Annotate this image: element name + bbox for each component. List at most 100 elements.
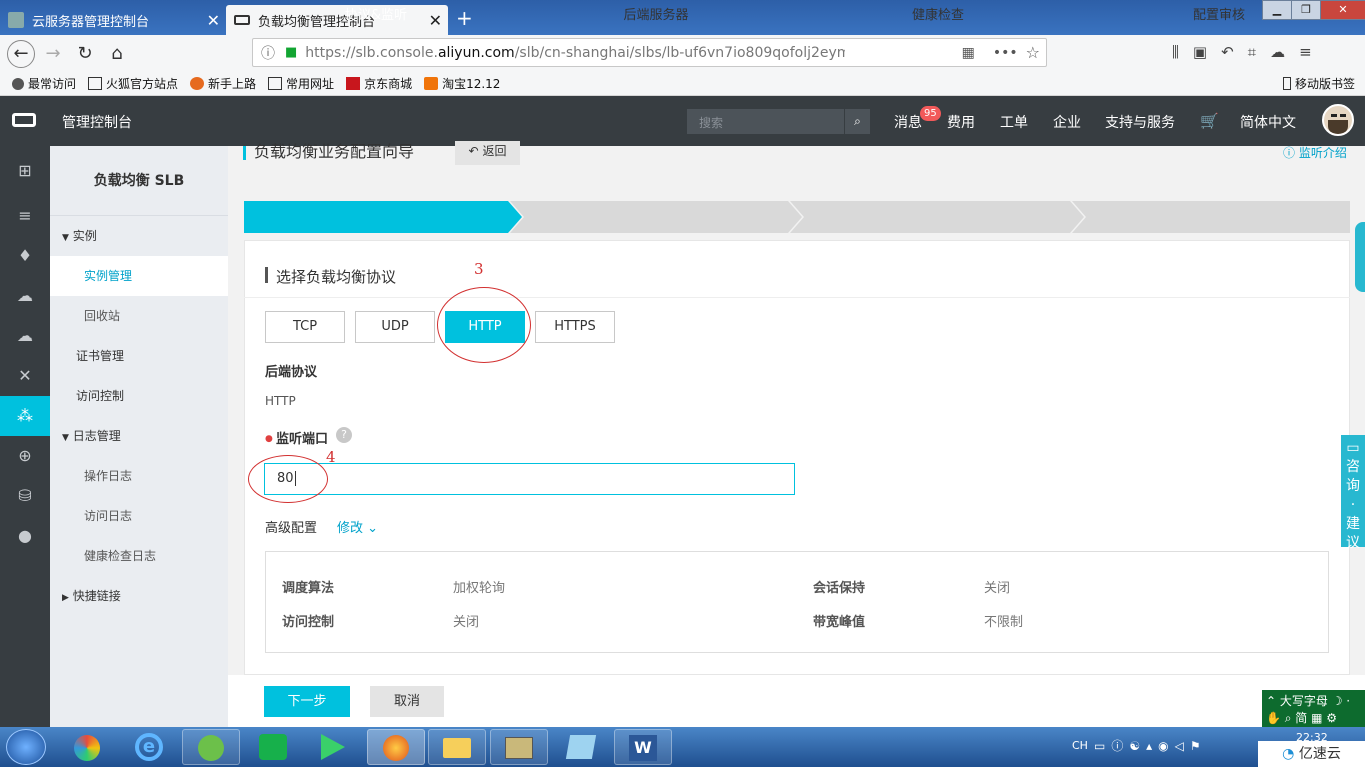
protocol-udp-button[interactable]: UDP	[355, 311, 435, 343]
address-bar[interactable]: ⓘ ■ https://slb.console. aliyun.com/slb/c…	[252, 38, 1047, 67]
nav-support[interactable]: 支持与服务	[1105, 112, 1175, 132]
bookmark-star-icon[interactable]: ☆	[1026, 43, 1040, 62]
url-domain: aliyun.com	[437, 44, 515, 61]
avatar[interactable]	[1322, 104, 1354, 136]
protocol-tcp-button[interactable]: TCP	[265, 311, 345, 343]
bookmark-frequent[interactable]: 最常访问	[12, 75, 76, 92]
adv-value-session: 关闭	[984, 581, 1011, 596]
adv-key-scheduling: 调度算法	[282, 581, 335, 596]
globe-icon[interactable]: ⊕	[0, 436, 50, 476]
sidebar-item-access-control[interactable]: 访问控制	[50, 376, 228, 416]
forward-icon[interactable]: →	[40, 41, 66, 67]
sidebar-group-logs[interactable]: ▼ 日志管理	[50, 416, 228, 456]
info-icon[interactable]: ⓘ	[261, 43, 275, 63]
adv-key-session: 会话保持	[813, 581, 866, 596]
browser-360-icon[interactable]	[182, 729, 240, 765]
control-panel-icon[interactable]	[490, 729, 548, 765]
nav-billing[interactable]: 费用	[947, 112, 975, 132]
firefox-taskbar-icon[interactable]	[367, 729, 425, 765]
chat-icon: ▭	[1346, 440, 1360, 456]
shield-icon[interactable]: ♦	[0, 236, 50, 276]
advanced-edit-link[interactable]: 修改 ⌄	[337, 517, 378, 536]
cancel-button[interactable]: 取消	[370, 686, 444, 717]
ime-mode-label: ✋ ⌕ 简 ▦ ⚙	[1266, 711, 1338, 725]
taobao-logo-icon	[424, 77, 439, 90]
file-explorer-icon[interactable]	[428, 729, 486, 765]
list-icon[interactable]: ≡	[0, 196, 50, 236]
search-input[interactable]: 搜索 ⌕	[687, 109, 870, 134]
more-icon[interactable]: •••	[993, 45, 1018, 61]
sidebar-item-operation-logs[interactable]: 操作日志	[50, 456, 228, 496]
next-button[interactable]: 下一步	[264, 686, 350, 717]
gear-icon	[12, 77, 24, 90]
cross-tools-icon[interactable]: ✕	[0, 356, 50, 396]
ime-toolbar[interactable]: ⌃ 大写字母 ☽ · ✋ ⌕ 简 ▦ ⚙	[1262, 690, 1365, 727]
nav-messages[interactable]: 消息	[894, 112, 922, 132]
listen-port-input[interactable]: 80	[264, 463, 795, 495]
bookmark-common-sites[interactable]: 常用网址	[268, 75, 334, 92]
title-accent-bar	[243, 146, 246, 160]
word-icon[interactable]: W	[614, 729, 672, 765]
section-title: 选择负载均衡协议	[276, 268, 397, 286]
bookmark-getting-started[interactable]: 新手上路	[190, 75, 256, 92]
sidebar-item-instance-management[interactable]: 实例管理	[50, 256, 228, 296]
sidebar-item-recycle-bin[interactable]: 回收站	[50, 296, 228, 336]
console-title[interactable]: 管理控制台	[62, 112, 132, 132]
notepad-icon[interactable]	[552, 729, 610, 765]
back-icon[interactable]: ←	[7, 40, 35, 68]
reload-icon[interactable]: ↻	[72, 41, 98, 67]
close-tab-icon[interactable]: ✕	[207, 11, 220, 30]
sidebar-item-certificates[interactable]: 证书管理	[50, 336, 228, 376]
url-path: /slb/cn-shanghai/slbs/lb-uf6vn7io809qofo…	[514, 44, 845, 61]
back-button[interactable]: ↶ 返回	[455, 141, 520, 165]
backend-protocol-label: 后端协议	[265, 365, 318, 380]
aliyun-logo-icon[interactable]	[12, 113, 36, 127]
search-icon[interactable]: ⌕	[844, 109, 870, 134]
slb-nodes-icon[interactable]: ⁂	[0, 396, 50, 436]
nav-tickets[interactable]: 工单	[1000, 112, 1028, 132]
step-backend-servers: 后端服务器	[623, 8, 689, 23]
bookmark-firefox-site[interactable]: 火狐官方站点	[88, 75, 178, 92]
database-icon[interactable]: ⛁	[0, 476, 50, 516]
step-2-shape	[510, 201, 802, 233]
circle-icon[interactable]: ●	[0, 516, 50, 556]
toolbar-extension-icons[interactable]: ⫼▣↶⌗☁≡	[1172, 43, 1326, 61]
url-prefix: https://slb.console.	[305, 44, 438, 61]
required-dot-icon: ●	[265, 434, 273, 444]
help-icon[interactable]: ?	[336, 427, 352, 443]
sidebar-item-access-logs[interactable]: 访问日志	[50, 496, 228, 536]
ie-icon[interactable]: e	[120, 729, 178, 765]
qr-code-icon[interactable]: ▦	[962, 45, 975, 61]
step-protocol-listener: 协议&监听	[344, 8, 408, 23]
cart-icon[interactable]: 🛒	[1200, 112, 1219, 130]
sidebar-group-instances[interactable]: ▼ 实例	[50, 216, 228, 256]
media-player-icon[interactable]	[304, 729, 362, 765]
iqiyi-icon[interactable]	[244, 729, 302, 765]
tab-ecs-console[interactable]: 云服务器管理控制台 ✕	[0, 5, 226, 35]
chevron-down-icon: ⌄	[367, 521, 379, 536]
side-drawer-handle[interactable]	[1355, 222, 1365, 292]
nav-enterprise[interactable]: 企业	[1053, 112, 1081, 132]
cloud-icon[interactable]: ☁	[0, 276, 50, 316]
bookmark-taobao[interactable]: 淘宝12.12	[424, 75, 500, 92]
taskbar-app-icon[interactable]	[58, 729, 116, 765]
nav-language[interactable]: 简体中文	[1240, 112, 1296, 132]
console-header: 管理控制台 搜索 ⌕ 消息 95 费用 工单 企业 支持与服务 🛒 简体中文	[0, 96, 1365, 146]
home-icon[interactable]: ⌂	[104, 41, 130, 67]
bookmark-jd[interactable]: 京东商城	[346, 75, 412, 92]
start-button-icon[interactable]	[6, 729, 46, 765]
bookmark-mobile[interactable]: 移动版书签	[1282, 75, 1355, 92]
wizard-steps	[244, 201, 1350, 233]
cloud-upload-icon[interactable]: ☁	[0, 316, 50, 356]
sidebar-group-shortcuts[interactable]: ▶ 快捷链接	[50, 576, 228, 616]
protocol-https-button[interactable]: HTTPS	[535, 311, 615, 343]
system-tray-icons[interactable]: ▭ⓘ☯▴◉◁⚑	[1094, 737, 1207, 754]
consult-feedback-button[interactable]: ▭ 咨询·建议	[1341, 435, 1365, 551]
language-indicator[interactable]: CH	[1072, 739, 1088, 752]
ime-caps-label: ⌃ 大写字母 ☽ ·	[1266, 694, 1351, 708]
lock-icon: ■	[285, 45, 298, 60]
caret-right-icon: ▶	[62, 593, 69, 603]
grid-icon[interactable]: ⊞	[0, 151, 50, 191]
help-link[interactable]: ⓘ 监听介绍	[1283, 144, 1347, 161]
sidebar-item-health-check-logs[interactable]: 健康检查日志	[50, 536, 228, 576]
